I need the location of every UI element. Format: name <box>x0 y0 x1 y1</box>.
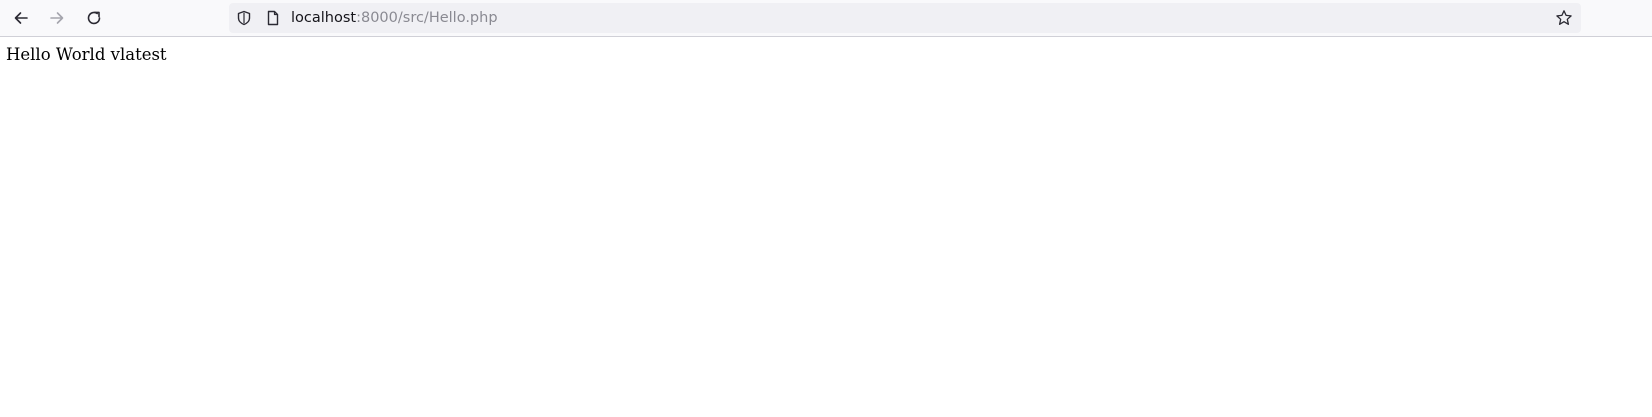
arrow-left-icon <box>14 12 28 24</box>
address-bar[interactable]: localhost:8000/src/Hello.php <box>229 3 1581 33</box>
star-icon[interactable] <box>1555 9 1573 27</box>
browser-toolbar: localhost:8000/src/Hello.php <box>0 0 1652 37</box>
url-host: localhost <box>291 10 357 26</box>
url-path: :8000/src/Hello.php <box>356 10 498 26</box>
back-button[interactable] <box>6 4 36 32</box>
page-text: Hello World vlatest <box>6 45 167 64</box>
shield-icon[interactable] <box>236 10 252 26</box>
url-text[interactable]: localhost:8000/src/Hello.php <box>291 3 498 33</box>
page-icon[interactable] <box>265 10 281 26</box>
reload-icon <box>87 11 101 25</box>
arrow-right-icon <box>50 12 64 24</box>
page-body: Hello World vlatest <box>0 37 1652 64</box>
forward-button[interactable] <box>42 4 72 32</box>
reload-button[interactable] <box>79 4 109 32</box>
